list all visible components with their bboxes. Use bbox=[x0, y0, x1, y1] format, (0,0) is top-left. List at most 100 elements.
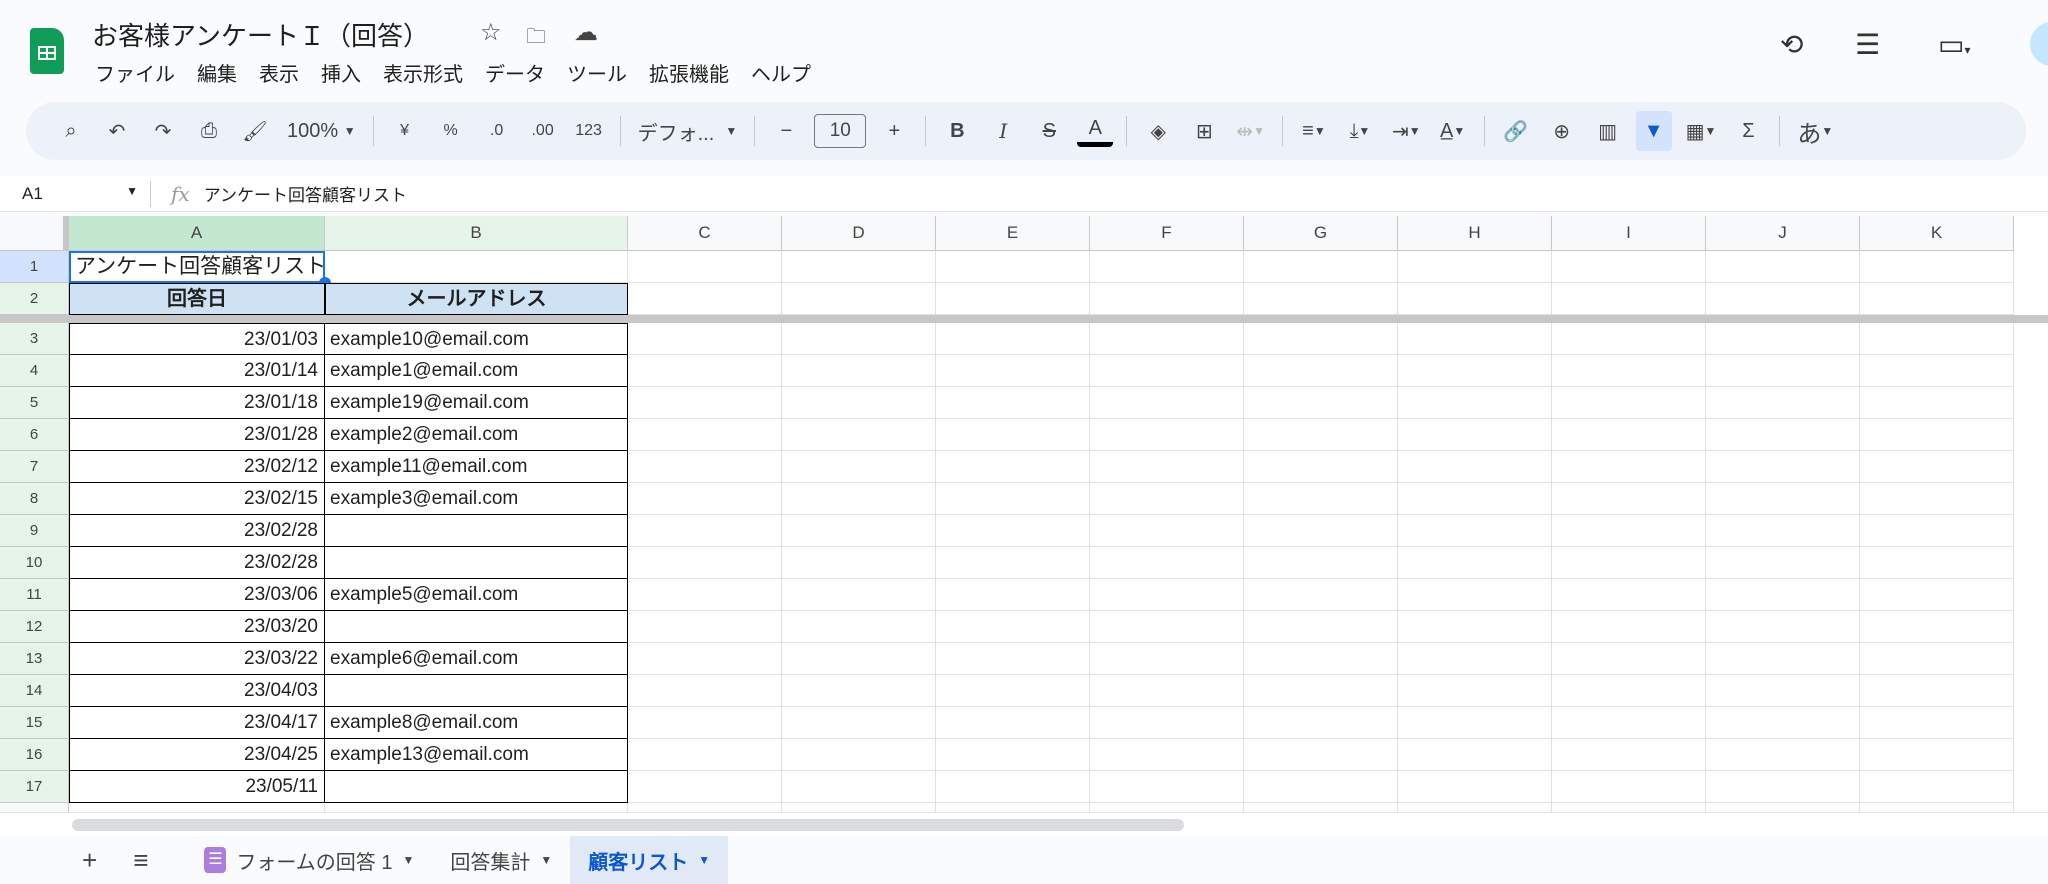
cell[interactable] bbox=[1398, 611, 1552, 643]
cell[interactable] bbox=[1706, 579, 1860, 611]
cell[interactable] bbox=[782, 483, 936, 515]
search-menus-icon[interactable]: ⌕ bbox=[53, 111, 89, 151]
cell[interactable] bbox=[1398, 675, 1552, 707]
menu-item[interactable]: 表示 bbox=[259, 58, 299, 87]
cell[interactable] bbox=[1706, 355, 1860, 387]
cell[interactable] bbox=[936, 643, 1090, 675]
cell[interactable] bbox=[1244, 611, 1398, 643]
email-cell[interactable]: example11@email.com bbox=[325, 451, 628, 483]
cell[interactable] bbox=[936, 283, 1090, 315]
sheets-logo[interactable] bbox=[30, 28, 64, 74]
cell[interactable] bbox=[1860, 643, 2014, 675]
cell[interactable] bbox=[1244, 643, 1398, 675]
cell[interactable] bbox=[1860, 451, 2014, 483]
cell[interactable] bbox=[1860, 547, 2014, 579]
paint-format-icon[interactable]: 🖌 bbox=[237, 111, 273, 151]
date-cell[interactable]: 23/02/28 bbox=[69, 515, 325, 547]
cell[interactable] bbox=[1244, 707, 1398, 739]
date-cell[interactable]: 23/02/28 bbox=[69, 547, 325, 579]
merge-cells-icon[interactable]: ⇹▼ bbox=[1232, 111, 1269, 151]
cell[interactable] bbox=[1090, 419, 1244, 451]
cell[interactable] bbox=[1860, 611, 2014, 643]
cell[interactable] bbox=[1090, 323, 1244, 355]
cell[interactable] bbox=[1552, 515, 1706, 547]
date-cell[interactable]: 23/03/20 bbox=[69, 611, 325, 643]
decrease-font-size-button[interactable]: − bbox=[768, 111, 804, 151]
cell[interactable] bbox=[1244, 483, 1398, 515]
borders-icon[interactable]: ⊞ bbox=[1186, 111, 1222, 151]
row-header[interactable]: 11 bbox=[0, 579, 69, 611]
column-header[interactable]: G bbox=[1244, 216, 1398, 251]
cell[interactable] bbox=[1398, 387, 1552, 419]
menu-item[interactable]: 挿入 bbox=[321, 58, 361, 87]
cell[interactable] bbox=[1398, 419, 1552, 451]
filter-icon[interactable]: ▼ bbox=[1636, 111, 1672, 151]
add-sheet-button[interactable]: + bbox=[64, 836, 115, 884]
cell[interactable] bbox=[1860, 323, 2014, 355]
all-sheets-button[interactable]: ≡ bbox=[115, 836, 166, 884]
increase-font-size-button[interactable]: + bbox=[876, 111, 912, 151]
column-header[interactable]: D bbox=[782, 216, 936, 251]
cell[interactable] bbox=[782, 675, 936, 707]
cell[interactable] bbox=[628, 515, 782, 547]
input-tools-button[interactable]: あ▼ bbox=[1793, 111, 1837, 151]
cell[interactable] bbox=[1090, 579, 1244, 611]
currency-format-button[interactable]: ¥ bbox=[387, 111, 423, 151]
column-header[interactable]: F bbox=[1090, 216, 1244, 251]
cell[interactable] bbox=[1244, 355, 1398, 387]
cell[interactable] bbox=[782, 739, 936, 771]
date-cell[interactable]: 23/02/15 bbox=[69, 483, 325, 515]
cell[interactable] bbox=[1860, 579, 2014, 611]
cell[interactable] bbox=[1398, 251, 1552, 283]
cell[interactable] bbox=[1398, 771, 1552, 803]
cell[interactable] bbox=[1706, 483, 1860, 515]
date-cell[interactable]: 23/04/03 bbox=[69, 675, 325, 707]
email-cell[interactable]: example8@email.com bbox=[325, 707, 628, 739]
cell[interactable] bbox=[1706, 611, 1860, 643]
cell[interactable] bbox=[1090, 355, 1244, 387]
cell[interactable] bbox=[1090, 251, 1244, 283]
date-cell[interactable]: 23/03/06 bbox=[69, 579, 325, 611]
menu-item[interactable]: 拡張機能 bbox=[649, 58, 729, 87]
cell[interactable] bbox=[1706, 387, 1860, 419]
header-cell[interactable]: メールアドレス bbox=[325, 283, 628, 315]
cell[interactable] bbox=[628, 707, 782, 739]
email-cell[interactable] bbox=[325, 515, 628, 547]
column-header[interactable]: E bbox=[936, 216, 1090, 251]
date-cell[interactable]: 23/01/14 bbox=[69, 355, 325, 387]
cell[interactable] bbox=[936, 579, 1090, 611]
italic-button[interactable]: I bbox=[985, 111, 1021, 151]
cell[interactable] bbox=[1552, 707, 1706, 739]
sheet-tab[interactable]: 回答集計▼ bbox=[432, 836, 570, 884]
row-header[interactable]: 3 bbox=[0, 323, 69, 355]
cell[interactable] bbox=[1244, 451, 1398, 483]
cell[interactable] bbox=[936, 707, 1090, 739]
cell[interactable] bbox=[1552, 419, 1706, 451]
email-cell[interactable]: example10@email.com bbox=[325, 323, 628, 355]
date-cell[interactable]: 23/05/11 bbox=[69, 771, 325, 803]
cell[interactable] bbox=[1244, 579, 1398, 611]
cell[interactable] bbox=[936, 771, 1090, 803]
font-size-input[interactable]: 10 bbox=[814, 114, 866, 148]
row-header[interactable]: 2 bbox=[0, 283, 69, 315]
cell[interactable] bbox=[1860, 283, 2014, 315]
cell[interactable] bbox=[1398, 283, 1552, 315]
insert-comment-icon[interactable]: ⊕ bbox=[1544, 111, 1580, 151]
column-header[interactable]: K bbox=[1860, 216, 2014, 251]
email-cell[interactable]: example3@email.com bbox=[325, 483, 628, 515]
row-header[interactable]: 16 bbox=[0, 739, 69, 771]
cell[interactable] bbox=[1706, 643, 1860, 675]
email-cell[interactable]: example5@email.com bbox=[325, 579, 628, 611]
redo-icon[interactable]: ↷ bbox=[145, 111, 181, 151]
zoom-select[interactable]: 100% ▼ bbox=[283, 111, 360, 151]
menu-item[interactable]: 表示形式 bbox=[383, 58, 463, 87]
cell[interactable] bbox=[1090, 283, 1244, 315]
cell[interactable] bbox=[782, 611, 936, 643]
cell[interactable] bbox=[1552, 451, 1706, 483]
cloud-saved-icon[interactable]: ☁ bbox=[574, 18, 598, 47]
cell[interactable] bbox=[782, 355, 936, 387]
increase-decimal-button[interactable]: .00 bbox=[525, 111, 561, 151]
cell[interactable] bbox=[1244, 675, 1398, 707]
date-cell[interactable]: 23/04/25 bbox=[69, 739, 325, 771]
cell[interactable] bbox=[1706, 283, 1860, 315]
